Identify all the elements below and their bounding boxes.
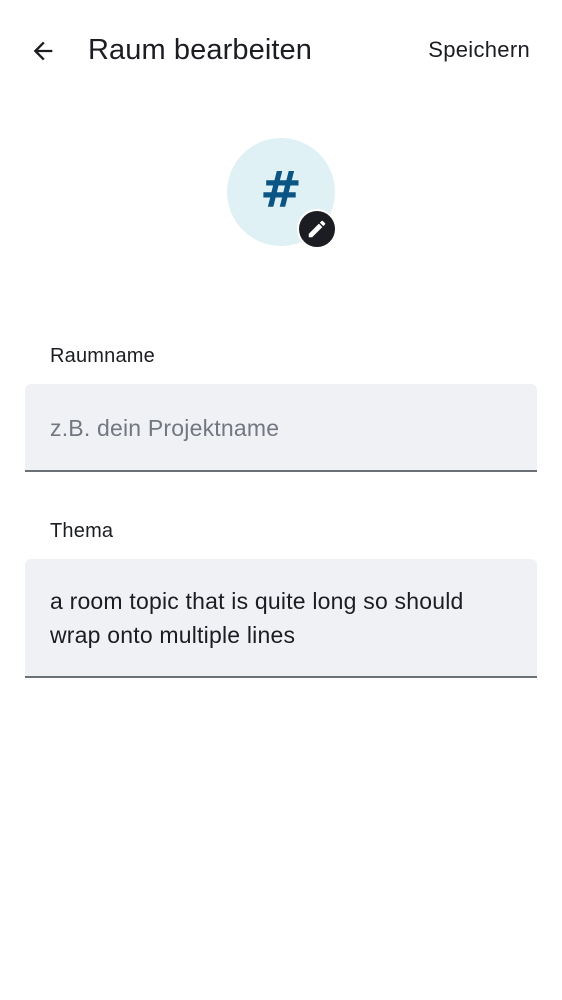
room-avatar-glyph: # [260,161,302,219]
back-button[interactable] [22,30,64,72]
topic-field[interactable]: a room topic that is quite long so shoul… [25,559,537,678]
top-app-bar: Raum bearbeiten Speichern [0,0,562,100]
room-name-label: Raumname [50,345,155,367]
room-name-field[interactable] [25,384,537,472]
edit-avatar-button[interactable] [297,209,337,249]
topic-input[interactable]: a room topic that is quite long so shoul… [50,584,515,654]
arrow-left-icon [33,41,53,61]
save-button[interactable]: Speichern [428,34,530,66]
room-name-input[interactable] [50,412,515,444]
pencil-icon [308,220,326,238]
page-title: Raum bearbeiten [88,34,312,66]
topic-label: Thema [50,520,114,542]
